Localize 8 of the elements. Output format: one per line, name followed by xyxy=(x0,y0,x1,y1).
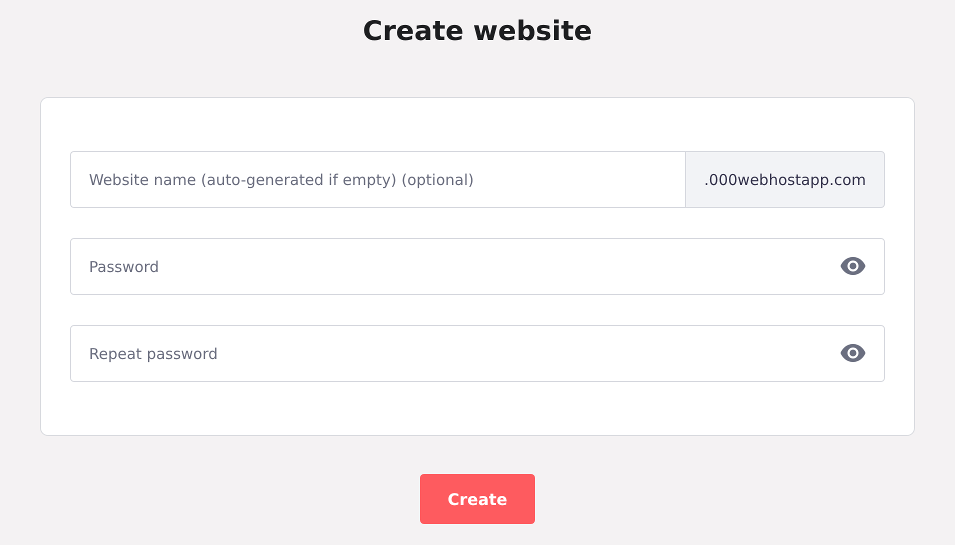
password-field[interactable]: Repeat password xyxy=(70,325,885,382)
show-password-icon[interactable] xyxy=(840,257,866,275)
create-button[interactable]: Create xyxy=(420,474,535,524)
page-title: Create website xyxy=(362,15,594,49)
website-name-field[interactable]: Website name (auto-generated if empty) (optional) xyxy=(70,151,686,208)
show-password-icon[interactable] xyxy=(840,344,866,362)
domain-suffix: .000webhostapp.com xyxy=(685,151,885,208)
password-field[interactable]: Password xyxy=(70,238,885,295)
